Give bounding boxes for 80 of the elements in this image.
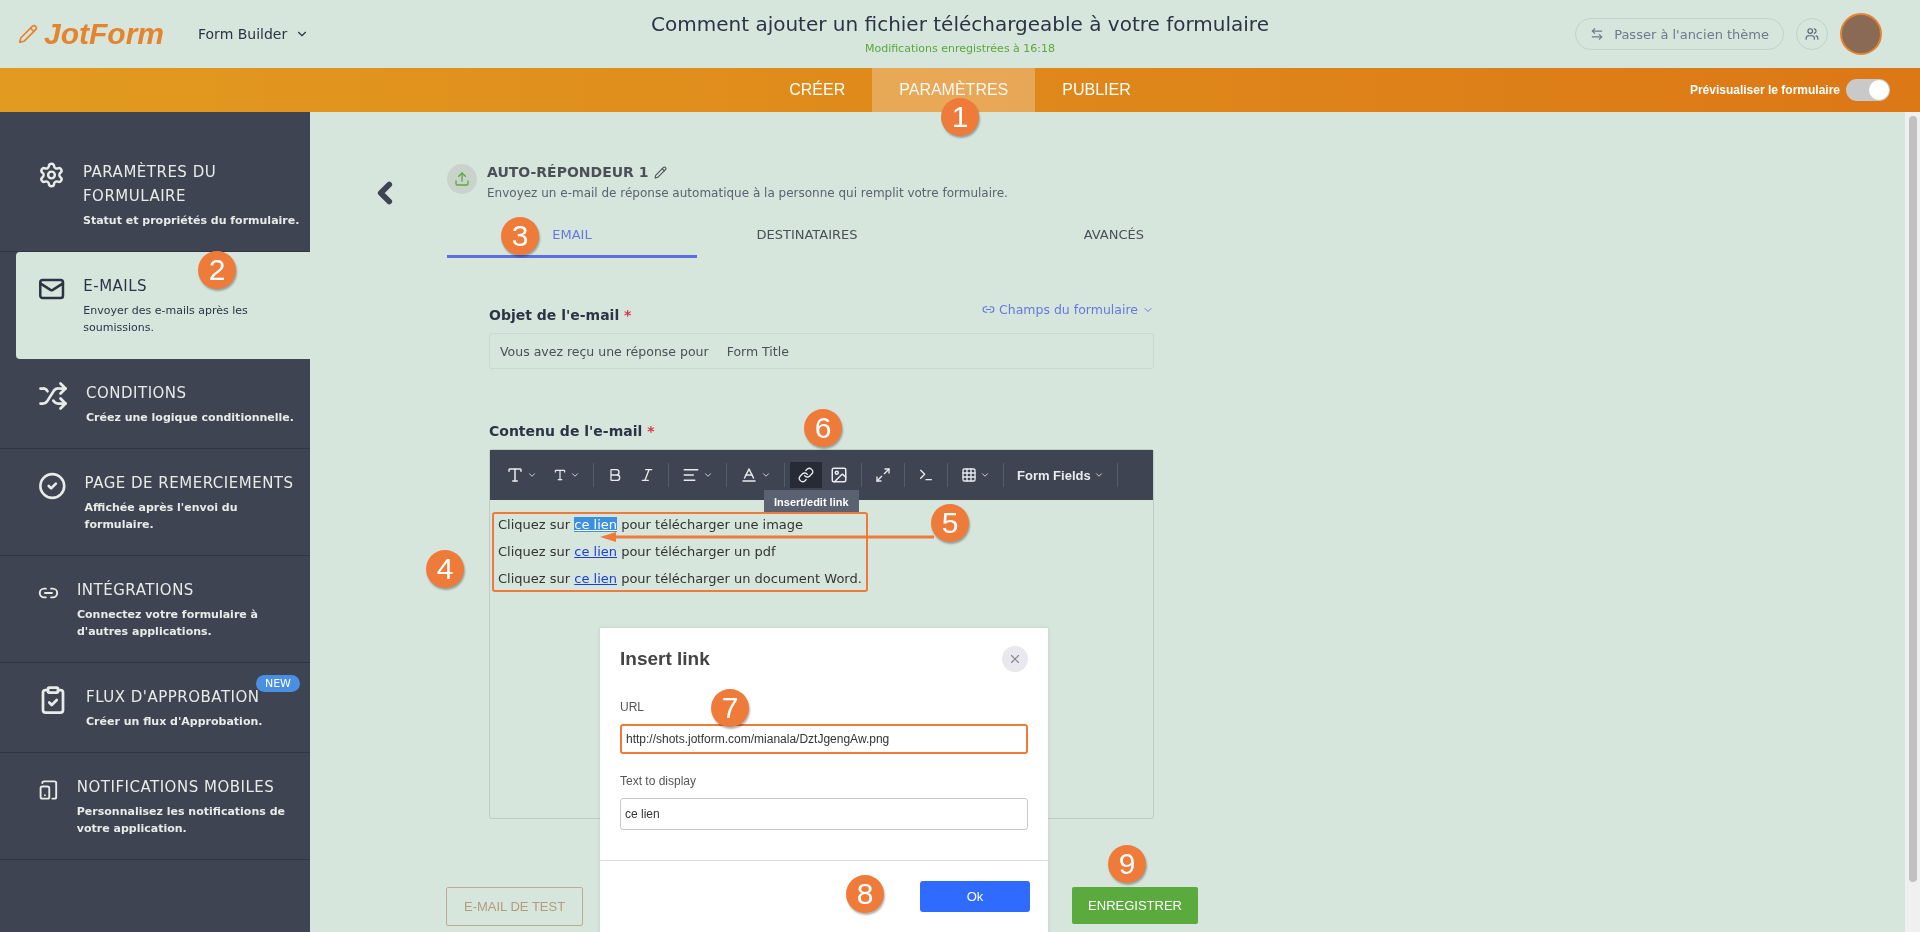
subject-field[interactable]: Vous avez reçu une réponse pour Form Title xyxy=(489,333,1154,369)
step-marker: 9 xyxy=(1108,845,1146,883)
text-link[interactable]: ce lien xyxy=(574,544,617,559)
tab[interactable]: DESTINATAIRES xyxy=(697,214,917,258)
gear-icon xyxy=(38,160,65,190)
link-icon xyxy=(798,467,814,483)
form-title-tag: Form Title xyxy=(726,343,789,359)
content-label: Contenu de l'e-mail * xyxy=(489,423,655,439)
caret-icon xyxy=(570,470,580,480)
italic-icon xyxy=(639,467,655,483)
caret-icon xyxy=(980,470,990,480)
close-button[interactable] xyxy=(1002,646,1028,672)
subject-label: Objet de l'e-mail * xyxy=(489,307,632,323)
scrollbar[interactable] xyxy=(1905,112,1920,932)
sidebar-item-description: Statut et propriétés du formulaire. xyxy=(82,213,300,229)
expand-icon xyxy=(875,467,891,483)
save-status: Modifications enregistrées à 16:18 xyxy=(864,42,1056,55)
sidebar-item[interactable]: CONDITIONS Créez une logique conditionnelle. xyxy=(0,359,310,449)
font-size-icon xyxy=(553,468,567,482)
caret-icon xyxy=(527,470,537,480)
editor-line: Cliquez sur ce lien pour télécharger une image xyxy=(498,517,804,532)
sidebar-item-description: Personnalisez les notifications de votre application. xyxy=(76,804,286,837)
text-color-icon xyxy=(740,466,758,484)
sidebar-item-description: Connectez votre formulaire à d'autres applications. xyxy=(76,607,260,640)
sidebar-item-description: Affichée après l'envoi du formulaire. xyxy=(84,500,239,533)
preview-label: Prévisualiser le formulaire xyxy=(1689,83,1840,97)
caret-icon xyxy=(703,470,713,480)
sidebar-item-title: NOTIFICATIONS MOBILES xyxy=(76,777,276,798)
link-icon xyxy=(982,303,996,316)
sidebar-item-title: INTÉGRATIONS xyxy=(76,579,195,601)
sidebar-item-title: PAGE DE REMERCIEMENTS xyxy=(84,473,295,494)
align-left-icon xyxy=(682,466,700,484)
sidebar-item-title: E-MAILS xyxy=(83,276,149,297)
close-icon xyxy=(1008,652,1022,666)
bold-icon xyxy=(607,467,623,483)
app-menu[interactable]: Form Builder xyxy=(198,26,310,42)
form-fields-button[interactable]: Form Fields xyxy=(1009,462,1112,488)
form-title: Comment ajouter un fichier téléchargeable à votre formulaire xyxy=(651,12,1269,36)
sidebar-item[interactable]: NOTIFICATIONS MOBILES Personnalisez les notifications de votre application. xyxy=(0,753,310,860)
sidebar-item-description: Envoyer des e-mails après les soumissions. xyxy=(83,303,249,336)
text-to-display-field[interactable]: ce lien xyxy=(620,798,1028,830)
users-icon xyxy=(1805,27,1819,41)
sidebar-item-description: Créer un flux d'Approbation. xyxy=(86,714,263,730)
step-marker: 6 xyxy=(804,409,842,447)
dialog-title: Insert link xyxy=(620,648,710,670)
url-label: URL xyxy=(620,700,644,714)
text-to-display-label: Text to display xyxy=(620,774,697,788)
terminal-icon xyxy=(918,467,934,483)
check-circle-icon xyxy=(38,471,67,501)
sidebar-item[interactable]: FLUX D'APPROBATION Créer un flux d'Approbation. NEW xyxy=(0,663,310,753)
sidebar-item[interactable]: INTÉGRATIONS Connectez votre formulaire à d'autres applications. xyxy=(0,556,310,663)
autoresponder-description: Envoyez un e-mail de réponse automatique à la personne qui remplit votre formulaire. xyxy=(487,186,1008,200)
editor-line: Cliquez sur ce lien pour télécharger un document Word. xyxy=(498,571,862,586)
sidebar-item-title: PARAMÈTRES DU FORMULAIRE xyxy=(82,161,218,207)
sidebar-item-title: CONDITIONS xyxy=(86,383,188,404)
avatar[interactable] xyxy=(1840,13,1882,55)
text-link[interactable]: ce lien xyxy=(574,517,617,532)
step-marker: 5 xyxy=(931,504,969,542)
swap-arrows-icon xyxy=(1590,27,1605,41)
tab[interactable]: AVANCÉS xyxy=(917,214,1150,258)
crossed-arrows-icon xyxy=(38,381,68,411)
caret-icon xyxy=(761,470,771,480)
ok-button[interactable]: Ok xyxy=(920,881,1030,912)
image-icon xyxy=(830,466,848,484)
step-marker: 3 xyxy=(501,217,539,255)
table-icon xyxy=(961,467,977,483)
url-field[interactable]: http://shots.jotform.com/mianala/DztJgengAw.png xyxy=(620,724,1028,754)
sidebar-item[interactable]: PAGE DE REMERCIEMENTS Affichée après l'envoi du formulaire. xyxy=(0,449,310,556)
editor-line: Cliquez sur ce lien pour télécharger un pdf xyxy=(498,544,776,559)
edit-icon[interactable] xyxy=(654,165,668,179)
font-icon xyxy=(506,466,524,484)
text-link[interactable]: ce lien xyxy=(574,571,617,586)
autoresponder-title: AUTO-RÉPONDEUR 1 xyxy=(487,164,649,180)
pencil-logo-icon xyxy=(18,24,38,44)
sidebar-item-description: Créez une logique conditionnelle. xyxy=(86,410,294,426)
step-marker: 4 xyxy=(426,550,464,588)
caret-icon xyxy=(1093,470,1104,480)
preview-toggle[interactable] xyxy=(1846,79,1890,101)
step-marker: 1 xyxy=(941,98,979,136)
tooltip: Insert/edit link xyxy=(764,490,859,512)
